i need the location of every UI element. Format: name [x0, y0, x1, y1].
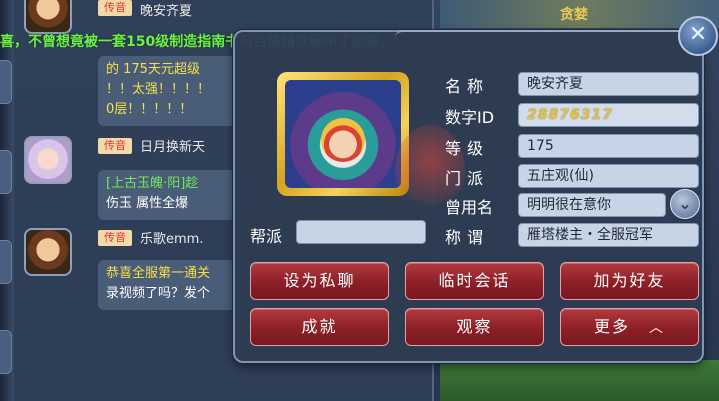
avatar[interactable] — [24, 228, 72, 276]
observe-button[interactable]: 观察 — [405, 308, 544, 346]
rail-tab[interactable] — [0, 150, 12, 194]
message-line: ！！太强！！！！ — [106, 82, 211, 97]
dialog-border-decoration — [395, 30, 705, 38]
portrait-image — [285, 80, 401, 188]
label-guild: 帮派 — [250, 227, 283, 246]
chevron-up-icon: ︿ — [649, 320, 666, 336]
sender-name[interactable]: 乐歌emm. — [140, 228, 203, 247]
player-portrait — [277, 72, 409, 196]
message-line: 的 175天元超级 — [106, 62, 200, 77]
sender-name[interactable]: 日月换新天 — [140, 136, 205, 155]
channel-tag: 传音 — [98, 0, 132, 16]
avatar[interactable] — [24, 136, 72, 184]
rail-tab[interactable] — [0, 60, 12, 104]
message-line: [上古玉魄·阳]趁 — [106, 176, 199, 191]
field-title: 雁塔楼主・全服冠军 — [518, 223, 699, 247]
message-line: 伤玉 属性全爆 — [106, 196, 189, 211]
more-button[interactable]: 更多 ︿ — [560, 308, 699, 346]
channel-tag: 传音 — [98, 138, 132, 154]
label-name: 名称 — [445, 77, 490, 96]
label-id: 数字ID — [445, 108, 495, 127]
set-private-chat-button[interactable]: 设为私聊 — [250, 262, 389, 300]
field-guild — [296, 220, 426, 244]
channel-tag: 传音 — [98, 230, 132, 246]
message-line: 0层！！！！！ — [106, 102, 193, 117]
sender-name[interactable]: 晚安齐夏 — [140, 0, 192, 19]
message-line: 录视频了吗？发个 — [106, 286, 211, 301]
field-level: 175 — [518, 134, 699, 158]
label-former-name: 曾用名 — [445, 198, 494, 217]
label-level: 等级 — [445, 139, 490, 158]
field-id: 28876317 — [518, 103, 699, 127]
rail-tab[interactable] — [0, 330, 12, 374]
scene-grass — [440, 360, 719, 401]
label-title: 称谓 — [445, 228, 490, 247]
avatar[interactable] — [24, 0, 72, 34]
top-gold-text: 贪婪 — [560, 7, 588, 23]
portrait-face — [321, 118, 365, 162]
message-bubble: 的 175天元超级 ！！太强！！！！ 0层！！！！！ — [98, 56, 248, 126]
close-icon[interactable]: ✕ — [678, 16, 718, 56]
temp-chat-button[interactable]: 临时会话 — [405, 262, 544, 300]
field-school: 五庄观(仙) — [518, 164, 699, 188]
chevron-down-icon[interactable]: ⌄ — [670, 189, 700, 219]
field-former-name: 明明很在意你 — [518, 193, 666, 217]
message-line: 恭喜全服第一通关 — [106, 266, 211, 281]
label-school: 门派 — [445, 169, 490, 188]
achievement-button[interactable]: 成就 — [250, 308, 389, 346]
add-friend-button[interactable]: 加为好友 — [560, 262, 699, 300]
rail-tab[interactable] — [0, 240, 12, 284]
more-button-label: 更多 — [593, 317, 630, 336]
field-name: 晚安齐夏 — [518, 72, 699, 96]
left-rail — [0, 0, 14, 401]
